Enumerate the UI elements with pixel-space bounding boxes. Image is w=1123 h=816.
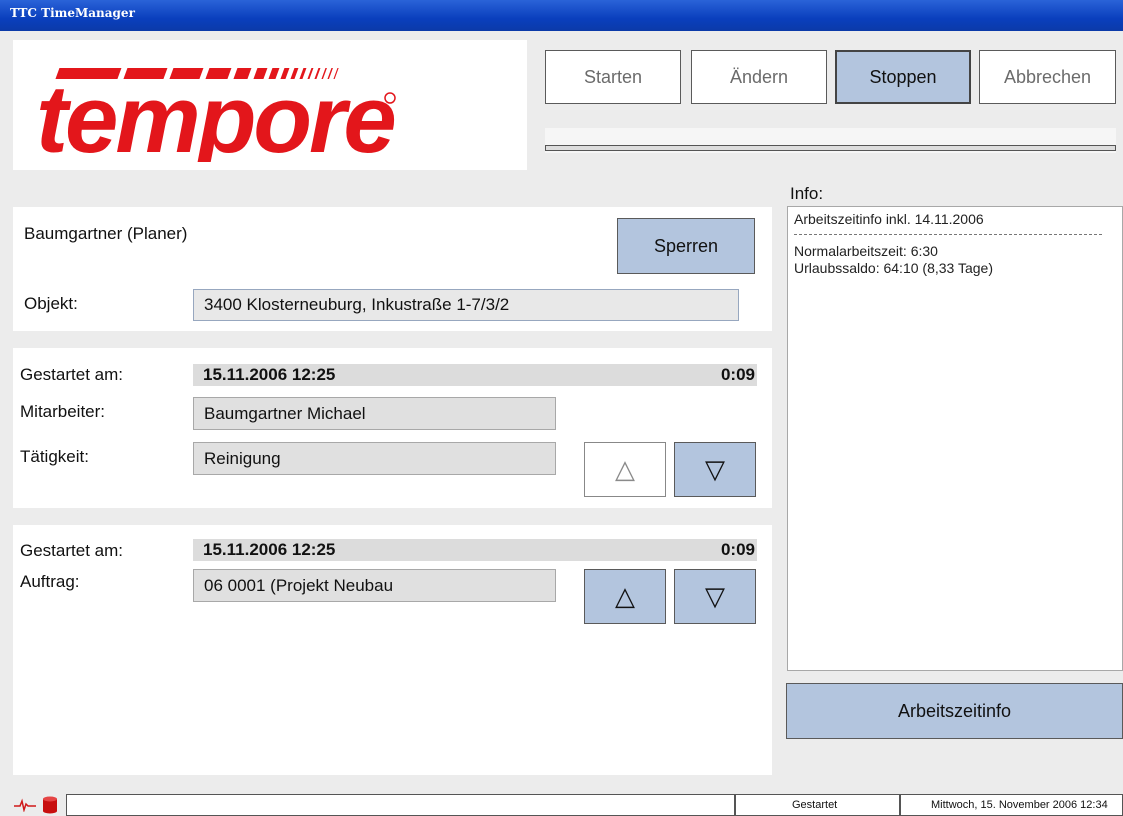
down-triangle-icon: ▽ [705, 454, 725, 484]
order-started-label: Gestartet am: [20, 541, 123, 560]
down-triangle-icon: ▽ [705, 581, 725, 611]
activity-started-label: Gestartet am: [20, 365, 123, 384]
lock-button[interactable]: Sperren [617, 218, 755, 274]
object-field[interactable]: 3400 Klosterneuburg, Inkustraße 1-7/3/2 [193, 289, 739, 321]
status-message [66, 794, 735, 816]
activity-started-value: 15.11.2006 12:25 [203, 365, 336, 384]
employee-field[interactable]: Baumgartner Michael [193, 397, 556, 430]
employee-label: Mitarbeiter: [20, 402, 106, 421]
status-bar: Gestartet Mittwoch, 15. November 2006 12… [0, 792, 1123, 816]
activity-down-button[interactable]: ▽ [674, 442, 756, 497]
info-line-2: Normalarbeitszeit: 6:30 [794, 243, 938, 259]
info-line-1: Arbeitszeitinfo inkl. 14.11.2006 [794, 211, 984, 227]
cancel-button[interactable]: Abbrechen [979, 50, 1116, 104]
start-button[interactable]: Starten [545, 50, 681, 104]
progress-area [545, 128, 1116, 153]
activity-field[interactable]: Reinigung [193, 442, 556, 475]
activity-label: Tätigkeit: [20, 447, 89, 466]
activity-up-button[interactable]: △ [584, 442, 666, 497]
order-started-value: 15.11.2006 12:25 [203, 540, 336, 559]
progress-bar [545, 145, 1116, 151]
order-panel [13, 525, 772, 775]
info-box: Arbeitszeitinfo inkl. 14.11.2006 Normala… [787, 206, 1123, 671]
stop-button[interactable]: Stoppen [835, 50, 971, 104]
order-down-button[interactable]: ▽ [674, 569, 756, 624]
order-duration: 0:09 [720, 540, 755, 559]
order-started-strip: 15.11.2006 12:25 0:09 [193, 539, 757, 561]
info-title: Info: [790, 184, 824, 203]
edit-button[interactable]: Ändern [691, 50, 827, 104]
info-separator [794, 234, 1102, 235]
worktime-info-button[interactable]: Arbeitszeitinfo [786, 683, 1123, 739]
order-label: Auftrag: [20, 572, 80, 591]
status-datetime: Mittwoch, 15. November 2006 12:34 [900, 794, 1123, 816]
up-triangle-icon: △ [615, 581, 635, 611]
status-state: Gestartet [735, 794, 900, 816]
info-line-3: Urlaubssaldo: 64:10 (8,33 Tage) [794, 260, 993, 276]
order-up-button[interactable]: △ [584, 569, 666, 624]
window-title: TTC TimeManager [0, 0, 1123, 31]
logo-panel: tempore [13, 40, 527, 170]
tempore-logo: tempore [36, 66, 397, 162]
logo-text: tempore [36, 66, 394, 162]
up-triangle-icon: △ [615, 454, 635, 484]
order-field[interactable]: 06 0001 (Projekt Neubau [193, 569, 556, 602]
heartbeat-icon [14, 798, 36, 812]
object-label: Objekt: [24, 294, 78, 313]
activity-started-strip: 15.11.2006 12:25 0:09 [193, 364, 757, 386]
user-label: Baumgartner (Planer) [24, 224, 188, 243]
database-icon [43, 796, 57, 814]
activity-duration: 0:09 [720, 365, 755, 384]
